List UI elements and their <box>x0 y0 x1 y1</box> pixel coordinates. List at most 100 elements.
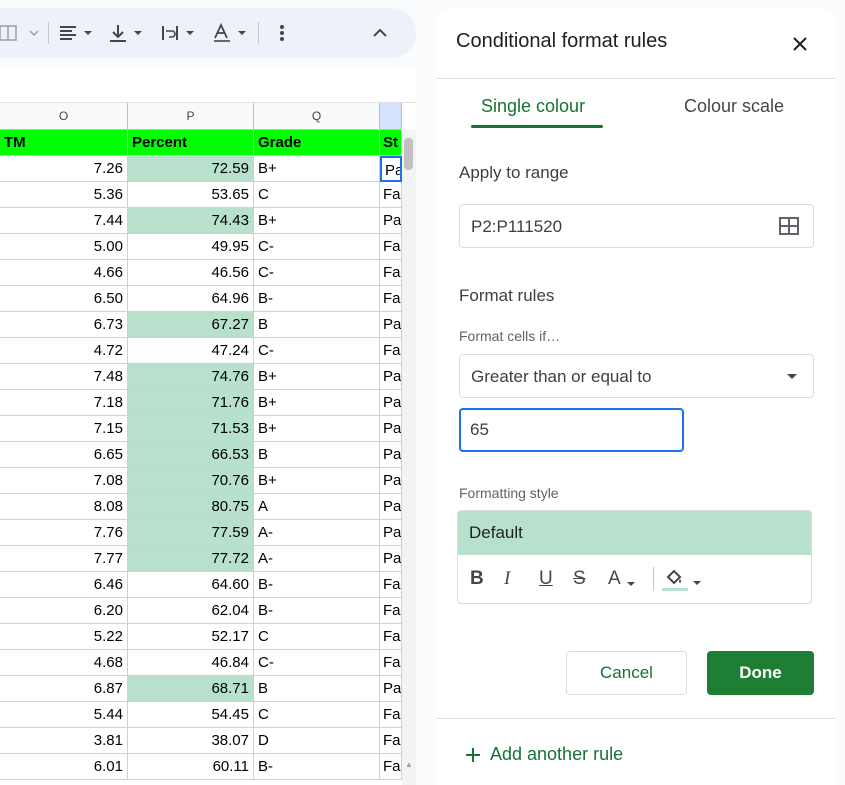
percent-cell[interactable]: 68.71 <box>128 676 254 702</box>
grade-cell[interactable]: A <box>254 494 380 520</box>
header-cell-percent[interactable]: Percent <box>128 130 254 156</box>
text-rotation-button[interactable] <box>212 8 252 58</box>
tm-cell[interactable]: 3.81 <box>0 728 128 754</box>
text-colour-button[interactable]: A <box>608 565 636 593</box>
fill-colour-button[interactable] <box>662 565 702 593</box>
percent-cell[interactable]: 74.43 <box>128 208 254 234</box>
tm-cell[interactable]: 6.46 <box>0 572 128 598</box>
percent-cell[interactable]: 62.04 <box>128 598 254 624</box>
status-cell[interactable]: Fa <box>380 702 402 728</box>
status-cell[interactable]: Pa <box>380 676 402 702</box>
percent-cell[interactable]: 64.96 <box>128 286 254 312</box>
percent-cell[interactable]: 46.56 <box>128 260 254 286</box>
close-button[interactable] <box>788 32 812 56</box>
percent-cell[interactable]: 70.76 <box>128 468 254 494</box>
status-cell[interactable]: Fa <box>380 624 402 650</box>
grade-cell[interactable]: C <box>254 702 380 728</box>
tm-cell[interactable]: 6.73 <box>0 312 128 338</box>
grade-cell[interactable]: C- <box>254 234 380 260</box>
percent-cell[interactable]: 52.17 <box>128 624 254 650</box>
grade-cell[interactable]: C- <box>254 260 380 286</box>
percent-cell[interactable]: 47.24 <box>128 338 254 364</box>
grade-cell[interactable]: D <box>254 728 380 754</box>
percent-cell[interactable]: 67.27 <box>128 312 254 338</box>
column-header-r[interactable] <box>380 103 402 130</box>
percent-cell[interactable]: 46.84 <box>128 650 254 676</box>
status-cell[interactable]: Fa <box>380 338 402 364</box>
grade-cell[interactable]: B- <box>254 598 380 624</box>
cancel-button[interactable]: Cancel <box>566 651 687 695</box>
select-range-grid-icon[interactable] <box>779 217 799 235</box>
tm-cell[interactable]: 6.50 <box>0 286 128 312</box>
percent-cell[interactable]: 74.76 <box>128 364 254 390</box>
grade-cell[interactable]: B+ <box>254 390 380 416</box>
tab-single-colour[interactable]: Single colour <box>481 96 585 117</box>
tm-cell[interactable]: 7.18 <box>0 390 128 416</box>
underline-button[interactable]: U <box>539 565 553 593</box>
tm-cell[interactable]: 5.36 <box>0 182 128 208</box>
grade-cell[interactable]: B <box>254 312 380 338</box>
status-cell[interactable]: Pa <box>380 208 402 234</box>
status-cell[interactable]: Fa <box>380 182 402 208</box>
vertical-align-button[interactable] <box>108 8 148 58</box>
tm-cell[interactable]: 5.22 <box>0 624 128 650</box>
horizontal-align-button[interactable] <box>58 8 98 58</box>
grade-cell[interactable]: B+ <box>254 156 380 182</box>
percent-cell[interactable]: 38.07 <box>128 728 254 754</box>
column-header-o[interactable]: O <box>0 103 128 130</box>
tm-cell[interactable]: 4.66 <box>0 260 128 286</box>
tm-cell[interactable]: 6.65 <box>0 442 128 468</box>
tm-cell[interactable]: 4.68 <box>0 650 128 676</box>
tm-cell[interactable]: 6.01 <box>0 754 128 780</box>
condition-value-input[interactable] <box>459 408 684 452</box>
grade-cell[interactable]: B- <box>254 572 380 598</box>
tm-cell[interactable]: 7.48 <box>0 364 128 390</box>
tm-cell[interactable]: 8.08 <box>0 494 128 520</box>
style-preset-dropdown[interactable]: Default <box>458 511 811 555</box>
tab-colour-scale[interactable]: Colour scale <box>684 96 784 117</box>
tm-cell[interactable]: 5.00 <box>0 234 128 260</box>
grade-cell[interactable]: B <box>254 442 380 468</box>
percent-cell[interactable]: 49.95 <box>128 234 254 260</box>
header-cell-tm[interactable]: TM <box>0 130 128 156</box>
status-cell[interactable]: Fa <box>380 754 402 780</box>
percent-cell[interactable]: 77.59 <box>128 520 254 546</box>
grade-cell[interactable]: C- <box>254 338 380 364</box>
tm-cell[interactable]: 6.20 <box>0 598 128 624</box>
status-cell[interactable]: Pa <box>380 312 402 338</box>
tm-cell[interactable]: 4.72 <box>0 338 128 364</box>
grade-cell[interactable]: B- <box>254 754 380 780</box>
percent-cell[interactable]: 64.60 <box>128 572 254 598</box>
percent-cell[interactable]: 77.72 <box>128 546 254 572</box>
grade-cell[interactable]: B+ <box>254 364 380 390</box>
percent-cell[interactable]: 66.53 <box>128 442 254 468</box>
range-input[interactable]: P2:P111520 <box>459 204 814 248</box>
column-header-q[interactable]: Q <box>254 103 380 130</box>
column-header-p[interactable]: P <box>128 103 254 130</box>
status-cell[interactable]: Fa <box>380 234 402 260</box>
grade-cell[interactable]: B+ <box>254 208 380 234</box>
status-cell[interactable]: Fa <box>380 572 402 598</box>
tm-cell[interactable]: 5.44 <box>0 702 128 728</box>
status-cell[interactable]: Fa <box>380 286 402 312</box>
grade-cell[interactable]: C <box>254 624 380 650</box>
scroll-up-arrow-icon[interactable]: ▲ <box>403 760 415 770</box>
percent-cell[interactable]: 71.53 <box>128 416 254 442</box>
grade-cell[interactable]: A- <box>254 520 380 546</box>
status-cell[interactable]: Fa <box>380 650 402 676</box>
grade-cell[interactable]: B+ <box>254 468 380 494</box>
collapse-toolbar-button[interactable] <box>370 8 390 58</box>
percent-cell[interactable]: 80.75 <box>128 494 254 520</box>
status-cell[interactable]: Pa <box>380 390 402 416</box>
italic-button[interactable]: I <box>504 565 510 593</box>
done-button[interactable]: Done <box>707 651 814 695</box>
status-cell[interactable]: Fa <box>380 260 402 286</box>
tm-cell[interactable]: 7.15 <box>0 416 128 442</box>
text-wrap-button[interactable] <box>160 8 200 58</box>
grade-cell[interactable]: C <box>254 182 380 208</box>
grade-cell[interactable]: B- <box>254 286 380 312</box>
grade-cell[interactable]: C- <box>254 650 380 676</box>
header-cell-status[interactable]: St <box>380 130 402 156</box>
status-cell[interactable]: Pa <box>380 468 402 494</box>
percent-cell[interactable]: 54.45 <box>128 702 254 728</box>
